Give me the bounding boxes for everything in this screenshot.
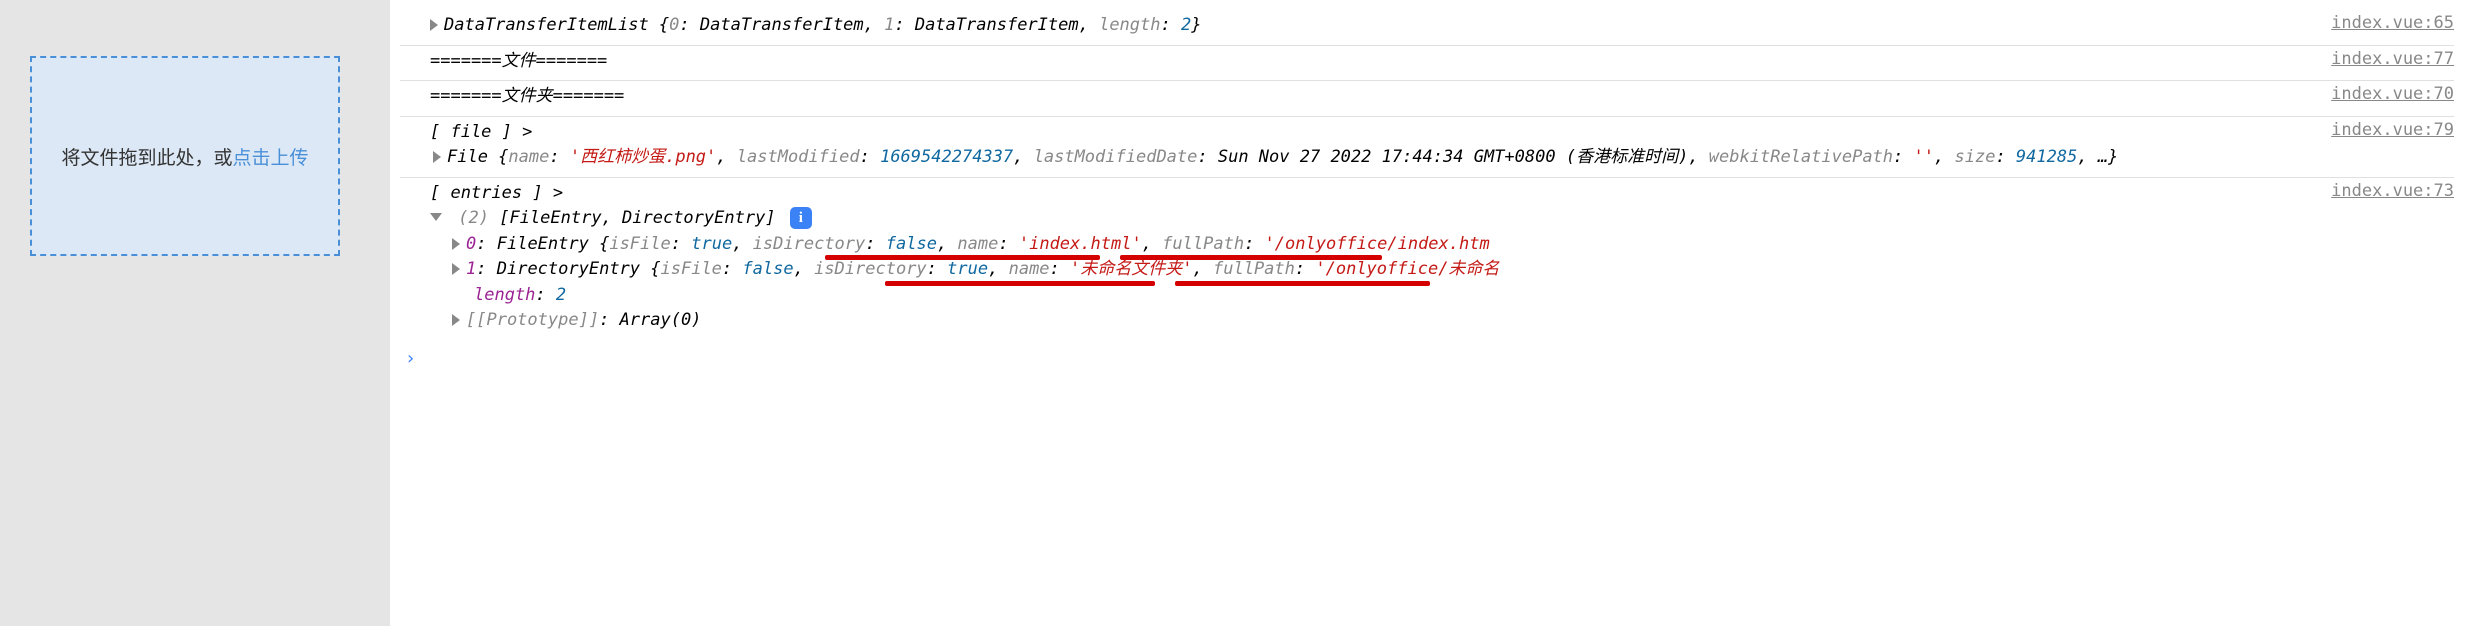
expand-icon[interactable] xyxy=(452,263,460,275)
log-datatransfer[interactable]: DataTransferItemList {0: DataTransferIte… xyxy=(400,10,2454,46)
upload-text: 将文件拖到此处，或 xyxy=(61,148,232,169)
expand-icon[interactable] xyxy=(433,151,441,163)
entry-prototype[interactable]: [[Prototype]]: Array(0) xyxy=(430,308,2311,334)
expand-icon[interactable] xyxy=(452,238,460,250)
log-separator-folder: =======文件夹======= index.vue:70 xyxy=(400,81,2454,117)
entries-header: [ entries ] > xyxy=(430,181,2311,207)
source-link[interactable]: index.vue:73 xyxy=(2311,181,2454,201)
info-icon[interactable]: i xyxy=(790,207,812,229)
upload-link[interactable]: 点击上传 xyxy=(233,148,309,169)
entry-1[interactable]: 1: DirectoryEntry {isFile: false, isDire… xyxy=(430,257,2311,283)
devtools-console[interactable]: DataTransferItemList {0: DataTransferIte… xyxy=(390,0,2474,626)
log-separator-file: =======文件======= index.vue:77 xyxy=(400,46,2454,82)
source-link[interactable]: index.vue:65 xyxy=(2311,13,2454,33)
entry-length: length: 2 xyxy=(430,283,2311,309)
upload-dropzone[interactable]: 将文件拖到此处，或点击上传 xyxy=(30,56,340,256)
console-prompt-icon[interactable]: › xyxy=(400,348,2454,369)
log-entries[interactable]: [ entries ] > (2) [FileEntry, DirectoryE… xyxy=(400,178,2454,340)
preview-panel: 将文件拖到此处，或点击上传 xyxy=(0,0,390,626)
source-link[interactable]: index.vue:77 xyxy=(2311,49,2454,69)
source-link[interactable]: index.vue:70 xyxy=(2311,84,2454,104)
entry-0[interactable]: 0: FileEntry {isFile: true, isDirectory:… xyxy=(430,232,2311,258)
log-file[interactable]: [ file ] > File {name: '西红柿炒蛋.png', last… xyxy=(400,117,2454,178)
collapse-icon[interactable] xyxy=(430,213,442,221)
source-link[interactable]: index.vue:79 xyxy=(2311,120,2454,140)
expand-icon[interactable] xyxy=(430,19,438,31)
file-header: [ file ] > xyxy=(430,120,2311,146)
expand-icon[interactable] xyxy=(452,314,460,326)
